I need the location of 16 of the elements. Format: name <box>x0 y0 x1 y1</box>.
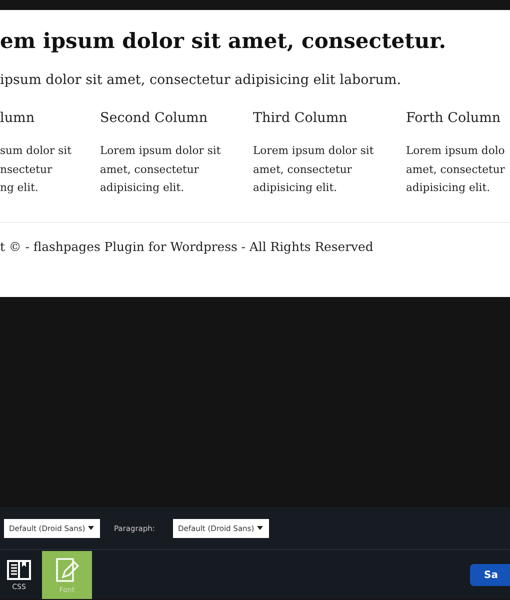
column-text: sum dolor sit nsectetur ng elit. <box>0 143 72 196</box>
book-icon <box>7 560 31 580</box>
column-heading: Second Column <box>100 110 209 126</box>
column-heading: lumn <box>0 110 36 126</box>
column-text: Lorem ipsum dolo amet, consectetur adipisicing elit. <box>406 143 506 196</box>
notepad-pencil-icon <box>55 556 79 582</box>
caret-icon <box>256 526 263 530</box>
column-heading: Forth Column <box>406 110 502 126</box>
save-button[interactable]: Sa <box>470 564 510 586</box>
column-text: Lorem ipsum dolor sit amet, consectetur adipisicing elit. <box>100 143 222 196</box>
column-heading: Third Column <box>253 110 348 126</box>
page-heading: em ipsum dolor sit amet, consectetur. <box>0 27 448 53</box>
caret-icon <box>88 526 94 530</box>
intro-text: ipsum dolor sit amet, consectetur adipisicing elit laborum. <box>0 72 402 88</box>
footer-text: t © - flashpages Plugin for Wordpress - All Rights Reserved <box>0 238 374 254</box>
column-text: Lorem ipsum dolor sit amet, consectetur adipisicing elit. <box>253 143 375 196</box>
